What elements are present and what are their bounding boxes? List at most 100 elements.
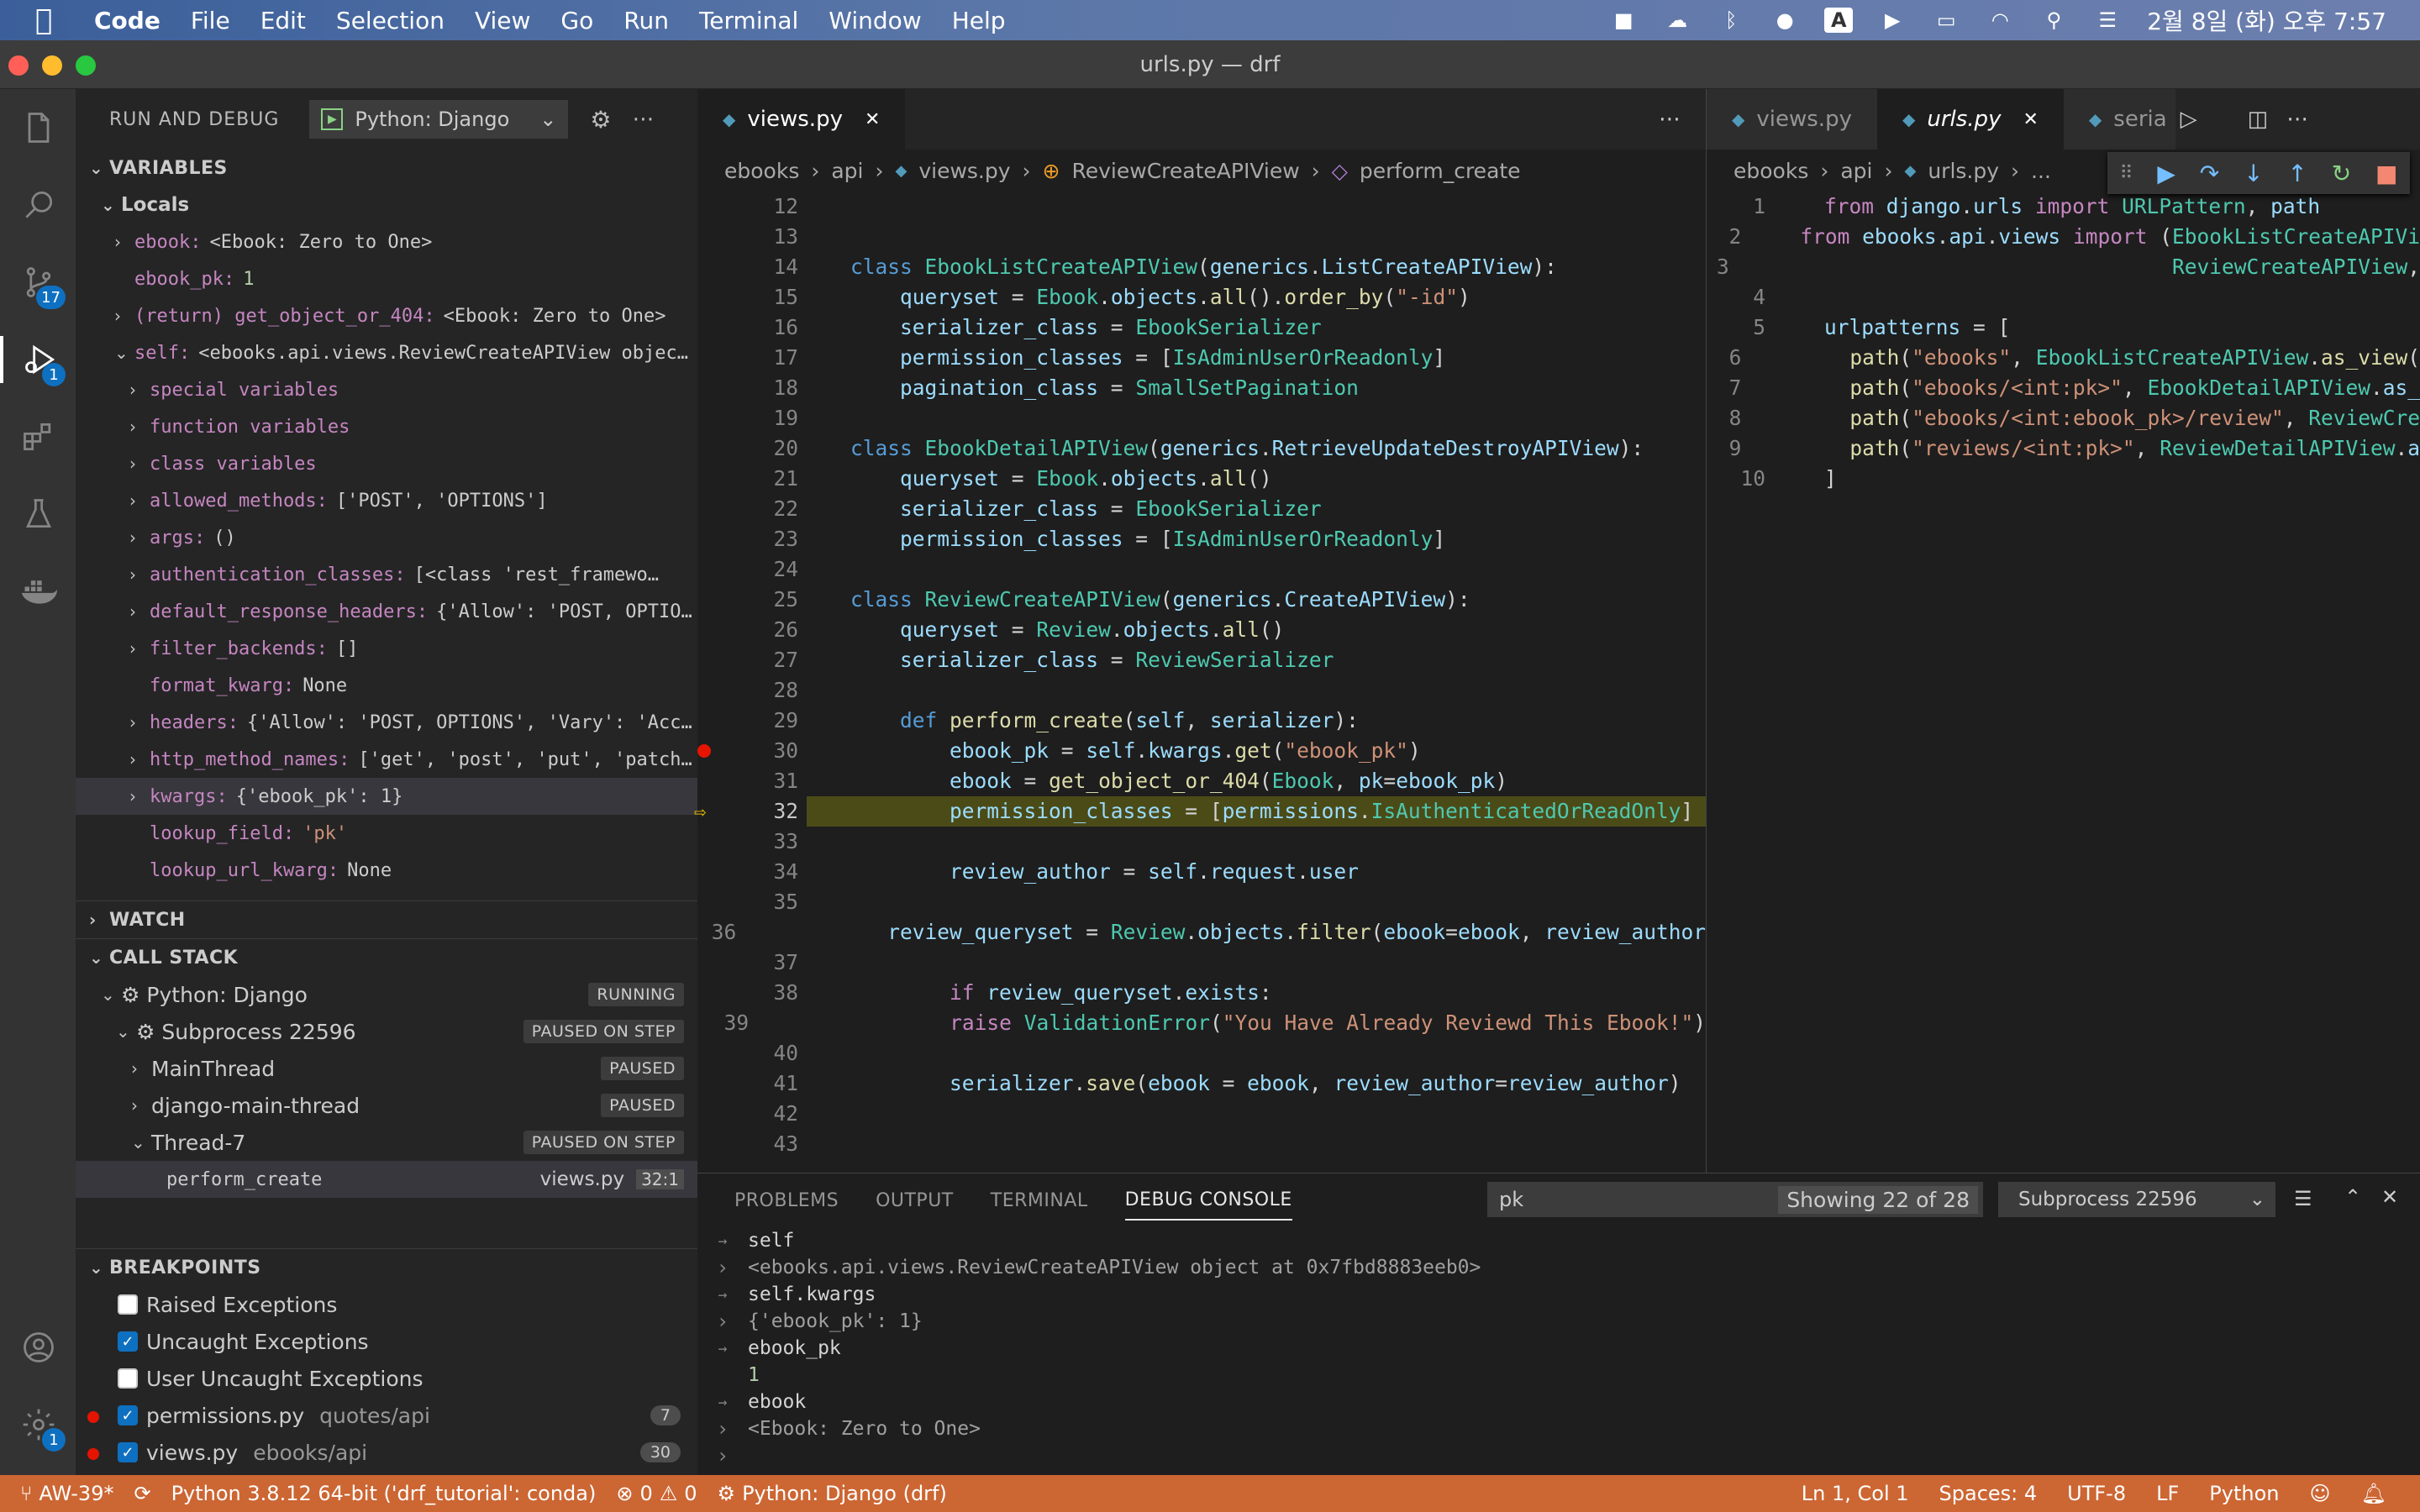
split-editor-icon[interactable]: ◫ [2248, 107, 2269, 132]
callstack-section-header[interactable]: ⌄ CALL STACK [76, 939, 697, 976]
variable-row[interactable]: › http_method_names: ['get', 'post', 'put'… [76, 741, 697, 778]
breakpoint-item[interactable]: ✓ permissions.py quotes/api 7 [76, 1397, 697, 1434]
crumb-more[interactable]: ... [2031, 159, 2051, 183]
variable-row[interactable]: › authentication_classes: [<class 'rest_fr… [76, 556, 697, 593]
encoding[interactable]: UTF-8 [2067, 1482, 2126, 1505]
menu-terminal[interactable]: Terminal [699, 7, 798, 34]
apple-icon[interactable]:  [35, 3, 69, 37]
code-line[interactable]: 36 review_queryset = Review.objects.filt… [697, 917, 1706, 948]
variable-row[interactable]: › args: () [76, 519, 697, 556]
breakpoint-checkbox[interactable] [118, 1294, 138, 1315]
notifications-icon[interactable]: 🔔︎ [2361, 1482, 2386, 1505]
code-line[interactable]: 19 [697, 403, 1706, 433]
crumb-file[interactable]: views.py [918, 159, 1010, 183]
code-line[interactable]: 31 ebook = get_object_or_404(Ebook, pk=e… [697, 766, 1706, 796]
crumb-file[interactable]: urls.py [1928, 159, 1999, 183]
camera-icon[interactable]: ■ [1609, 8, 1638, 33]
more-actions-icon[interactable]: ⋯ [632, 107, 655, 132]
testing-icon[interactable] [15, 491, 62, 538]
tab-serializers[interactable]: ◆ seria [2063, 89, 2175, 150]
tab-problems[interactable]: PROBLEMS [734, 1182, 839, 1220]
feedback-icon[interactable]: ☺ [2310, 1482, 2331, 1505]
maximize-panel-icon[interactable]: ⌃ [2344, 1185, 2361, 1209]
crumb-method[interactable]: perform_create [1360, 159, 1521, 183]
callstack-item[interactable]: ⌄ ⚙ Subprocess 22596 PAUSED ON STEP [76, 1013, 697, 1050]
code-line[interactable]: 22 serializer_class = EbookSerializer [697, 494, 1706, 524]
step-out-icon[interactable]: ↑ [2287, 160, 2307, 187]
console-filter-input[interactable]: pk Showing 22 of 28 [1487, 1182, 1983, 1217]
run-debug-icon[interactable]: 1 [0, 336, 66, 386]
code-line[interactable]: 34 review_author = self.request.user [697, 857, 1706, 887]
code-line[interactable]: 29 def perform_create(self, serializer): [697, 706, 1706, 736]
gear-icon[interactable]: ⚙ [590, 106, 612, 134]
code-line[interactable]: 21 queryset = Ebook.objects.all() [697, 464, 1706, 494]
continue-icon[interactable]: ▶ [2157, 160, 2175, 187]
tab-debug-console[interactable]: DEBUG CONSOLE [1124, 1181, 1292, 1221]
debug-console-output[interactable]: → self › <ebooks.api.views.ReviewCreateAPIV… [697, 1227, 2420, 1442]
variable-row[interactable]: › special variables [76, 371, 697, 408]
code-line[interactable]: 38 if review_queryset.exists: [697, 978, 1706, 1008]
code-line[interactable]: 26 queryset = Review.objects.all() [697, 615, 1706, 645]
tab-terminal[interactable]: TERMINAL [991, 1182, 1088, 1220]
gear-icon[interactable]: 1 [15, 1401, 66, 1452]
code-line[interactable]: 6 path("ebooks", EbookListCreateAPIView.… [1707, 343, 2420, 373]
code-line[interactable]: 41 serializer.save(ebook = ebook, review… [697, 1068, 1706, 1099]
breakpoint-item[interactable]: User Uncaught Exceptions [76, 1360, 697, 1397]
menu-app[interactable]: Code [94, 7, 160, 34]
tab-views-py-right[interactable]: ◆ views.py [1707, 89, 1877, 150]
locals-scope[interactable]: ⌄ Locals [76, 186, 697, 223]
code-line[interactable]: 13 [697, 222, 1706, 252]
tab-urls-py[interactable]: ◆ urls.py ✕ [1876, 89, 2064, 150]
callstack-item[interactable]: › MainThread PAUSED [76, 1050, 697, 1087]
python-interpreter[interactable]: Python 3.8.12 64-bit ('drf_tutorial': co… [171, 1482, 597, 1505]
breakpoint-item[interactable]: ✓ Uncaught Exceptions [76, 1323, 697, 1360]
cloud-icon[interactable]: ☁ [1663, 8, 1691, 33]
breakpoints-section-header[interactable]: ⌄ BREAKPOINTS [76, 1249, 697, 1286]
bluetooth-icon[interactable]: ᛒ [1717, 8, 1745, 33]
code-line[interactable]: 43 [697, 1129, 1706, 1159]
variable-row[interactable]: › default_response_headers: {'Allow': 'POS… [76, 593, 697, 630]
code-line[interactable]: 33 [697, 827, 1706, 857]
variable-row[interactable]: › kwargs: {'ebook_pk': 1} [76, 778, 697, 815]
callstack-item[interactable]: ⌄ Thread-7 PAUSED ON STEP [76, 1124, 697, 1161]
source-control-icon[interactable]: 17 [15, 259, 66, 309]
menu-selection[interactable]: Selection [336, 7, 445, 34]
docker-icon[interactable] [15, 568, 62, 615]
variable-row[interactable]: format_kwarg: None [76, 667, 697, 704]
problems-status[interactable]: ⊗ 0 ⚠ 0 [616, 1482, 697, 1505]
menu-edit[interactable]: Edit [260, 7, 306, 34]
close-icon[interactable]: ✕ [2023, 109, 2038, 130]
code-editor[interactable]: 12 13 14 class EbookListCreateAPIView(gener… [694, 192, 1706, 1159]
start-debug-icon[interactable]: ▶ [321, 108, 344, 130]
console-line[interactable]: › <Ebook: Zero to One> [697, 1415, 2420, 1442]
tab-views-py[interactable]: ◆ views.py ✕ [697, 89, 906, 150]
code-line[interactable]: 18 pagination_class = SmallSetPagination [697, 373, 1706, 403]
breakpoint-checkbox[interactable]: ✓ [118, 1331, 138, 1352]
variable-row[interactable]: › allowed_methods: ['POST', 'OPTIONS'] [76, 482, 697, 519]
code-editor-right[interactable]: 1 from django.urls import URLPattern, pat… [1707, 192, 2420, 494]
code-line[interactable]: 24 [697, 554, 1706, 585]
menu-window[interactable]: Window [829, 7, 921, 34]
code-line[interactable]: 20 class EbookDetailAPIView(generics.Retr… [697, 433, 1706, 464]
code-line[interactable]: 14 class EbookListCreateAPIView(generics.… [697, 252, 1706, 282]
variable-row[interactable]: › (return) get_object_or_404: <Ebook: Zero… [76, 297, 697, 334]
variable-row[interactable]: › headers: {'Allow': 'POST, OPTIONS', 'Var… [76, 704, 697, 741]
variable-row[interactable]: ⌄ self: <ebooks.api.views.ReviewCreateAPIV… [76, 334, 697, 371]
breakpoint-checkbox[interactable]: ✓ [118, 1405, 138, 1425]
code-line[interactable]: 3 ReviewCreateAPIView, [1707, 252, 2420, 282]
watch-section-header[interactable]: › WATCH [76, 901, 697, 938]
code-line[interactable]: 35 [697, 887, 1706, 917]
breakpoint-item[interactable]: ✓ views.py ebooks/api 30 [76, 1434, 697, 1471]
code-line[interactable]: 16 serializer_class = EbookSerializer [697, 312, 1706, 343]
console-line[interactable]: → ebook [697, 1389, 2420, 1415]
restart-icon[interactable]: ↻ [2332, 160, 2351, 187]
close-panel-icon[interactable]: ✕ [2381, 1185, 2398, 1209]
menu-run[interactable]: Run [623, 7, 669, 34]
crumb-class[interactable]: ReviewCreateAPIView [1072, 159, 1300, 183]
breakpoint-icon[interactable] [697, 744, 711, 758]
run-file-icon[interactable]: ▷ [2181, 107, 2197, 132]
more-actions-icon[interactable]: ⋯ [2286, 107, 2308, 132]
more-actions-icon[interactable]: ⋯ [1659, 107, 1681, 132]
variable-row[interactable]: ebook_pk: 1 [76, 260, 697, 297]
code-line[interactable]: 25 class ReviewCreateAPIView(generics.Cre… [697, 585, 1706, 615]
